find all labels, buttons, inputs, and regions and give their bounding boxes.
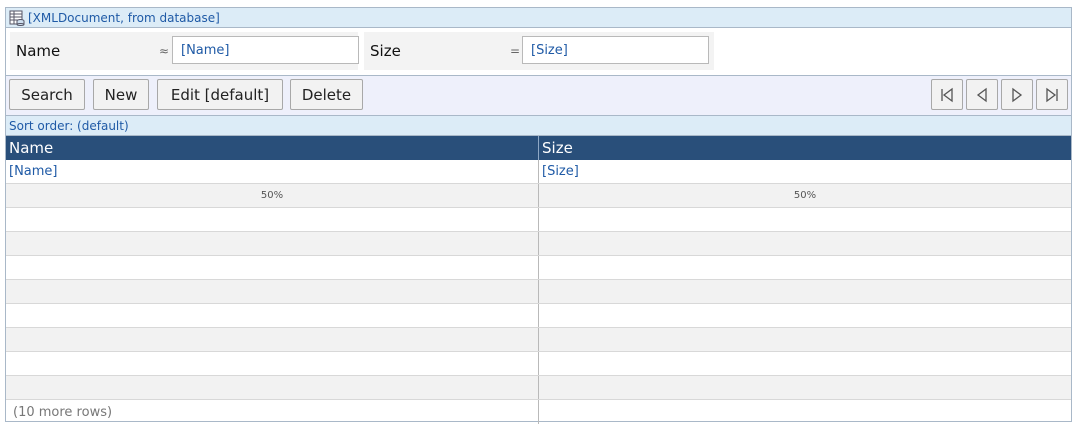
table-cell — [6, 280, 539, 303]
filter-name-input[interactable]: [Name] — [172, 36, 359, 64]
last-page-button[interactable] — [1036, 79, 1068, 110]
first-page-button[interactable] — [931, 79, 963, 110]
table-row — [6, 304, 1071, 328]
table-cell — [6, 352, 539, 375]
more-rows-label: (10 more rows) — [6, 400, 539, 424]
previous-page-button[interactable] — [966, 79, 998, 110]
table-cell — [6, 208, 539, 231]
window-title: [XMLDocument, from database] — [28, 10, 220, 25]
table-cell — [6, 376, 539, 399]
template-row: [Name] [Size] — [6, 160, 1071, 184]
filter-name-group: Name ≈ [Name] — [10, 32, 359, 70]
sort-order-label: Sort order: (default) — [9, 118, 129, 133]
table-row — [6, 256, 1071, 280]
template-cell-size[interactable]: [Size] — [539, 160, 1071, 183]
data-grid: Name Size [Name] [Size] 50% 50% (10 more… — [6, 136, 1071, 424]
last-page-icon — [1046, 87, 1058, 102]
table-cell — [6, 232, 539, 255]
table-row — [6, 376, 1071, 400]
title-bar: [XMLDocument, from database] — [6, 8, 1071, 28]
grid-header: Name Size — [6, 136, 1071, 160]
table-row — [6, 208, 1071, 232]
database-table-icon — [9, 10, 25, 26]
table-row — [6, 328, 1071, 352]
table-cell — [539, 376, 1071, 399]
more-rows-row: (10 more rows) — [6, 400, 1071, 424]
table-cell — [539, 232, 1071, 255]
edit-default-button[interactable]: Edit [default] — [157, 79, 283, 110]
filter-size-group: Size = [Size] — [364, 32, 714, 70]
sort-order-bar[interactable]: Sort order: (default) — [6, 116, 1071, 136]
new-button[interactable]: New — [93, 79, 149, 110]
toolbar: Search New Edit [default] Delete — [6, 76, 1071, 116]
search-button[interactable]: Search — [9, 79, 85, 110]
table-cell — [6, 304, 539, 327]
table-cell — [539, 328, 1071, 351]
column-header-name[interactable]: Name — [6, 136, 539, 160]
filter-row: Name ≈ [Name] Size = [Size] — [6, 28, 1071, 76]
column-width-name[interactable]: 50% — [6, 184, 539, 207]
delete-button[interactable]: Delete — [290, 79, 363, 110]
table-cell — [6, 256, 539, 279]
table-row — [6, 232, 1071, 256]
table-row — [6, 352, 1071, 376]
filter-size-label: Size — [370, 42, 401, 60]
table-cell — [539, 304, 1071, 327]
column-width-row: 50% 50% — [6, 184, 1071, 208]
filter-size-operator[interactable]: = — [510, 44, 520, 58]
table-cell — [539, 256, 1071, 279]
xml-document-grid-view: [XMLDocument, from database] Name ≈ [Nam… — [5, 7, 1072, 424]
table-cell — [539, 280, 1071, 303]
template-cell-name[interactable]: [Name] — [6, 160, 539, 183]
column-header-size[interactable]: Size — [539, 136, 1071, 160]
table-cell — [539, 352, 1071, 375]
first-page-icon — [941, 87, 953, 102]
filter-name-operator[interactable]: ≈ — [159, 44, 169, 58]
table-cell — [6, 328, 539, 351]
table-cell — [539, 208, 1071, 231]
filter-name-label: Name — [16, 42, 61, 60]
next-page-icon — [1012, 87, 1023, 102]
table-cell — [539, 400, 1071, 424]
next-page-button[interactable] — [1001, 79, 1033, 110]
previous-page-icon — [976, 87, 987, 102]
filter-size-input[interactable]: [Size] — [522, 36, 709, 64]
table-row — [6, 280, 1071, 304]
column-width-size[interactable]: 50% — [539, 184, 1071, 207]
